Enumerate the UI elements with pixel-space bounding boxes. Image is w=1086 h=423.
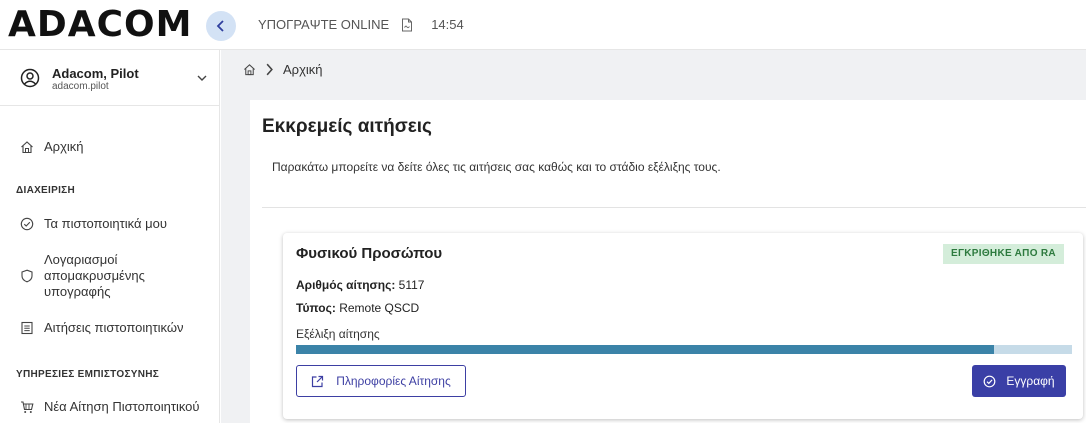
request-type-value: Remote QSCD: [339, 301, 420, 315]
sidebar-item-home[interactable]: Αρχική: [20, 139, 84, 154]
sign-online-label[interactable]: ΥΠΟΓΡΑΨΤΕ ONLINE: [258, 17, 389, 32]
sidebar-item-label: Τα πιστοποιητικά μου: [44, 216, 167, 231]
sidebar-item-certificate-requests[interactable]: Αιτήσεις πιστοποιητικών: [20, 320, 184, 335]
sidebar-item-label: Νέα Αίτηση Πιστοποιητικού: [44, 399, 200, 414]
register-button[interactable]: Εγγραφή: [972, 365, 1066, 397]
adacom-logo[interactable]: ADACOM: [8, 6, 192, 44]
progress-bar: [296, 345, 1072, 354]
progress-bar-fill: [296, 345, 995, 354]
breadcrumb: Αρχική: [243, 62, 323, 77]
user-avatar-icon: [20, 68, 40, 88]
sidebar-item-my-certificates[interactable]: Τα πιστοποιητικά μου: [20, 216, 167, 231]
sidebar-item-label: Λογαριασμοί απομακρυσμένης υπογραφής: [44, 252, 145, 299]
user-menu[interactable]: Adacom, Pilot adacom.pilot: [0, 50, 220, 106]
chevron-right-icon: [266, 63, 273, 76]
user-name: Adacom, Pilot: [52, 66, 139, 81]
chevron-down-icon: [197, 75, 207, 81]
divider: [262, 207, 1086, 208]
list-document-icon: [21, 321, 33, 334]
request-type-field: Τύπος: Remote QSCD: [296, 301, 419, 315]
shopping-cart-icon: [21, 400, 34, 413]
sign-online-bar: ΥΠΟΓΡΑΨΤΕ ONLINE 14:54: [258, 17, 464, 32]
request-info-button[interactable]: Πληροφορίες Αίτησης: [296, 365, 466, 397]
home-icon: [21, 140, 33, 153]
sidebar-item-label: Αρχική: [44, 139, 84, 154]
clock-time: 14:54: [431, 17, 464, 32]
collapse-sidebar-button[interactable]: [206, 11, 236, 41]
check-circle-icon: [983, 375, 996, 387]
register-button-label: Εγγραφή: [1006, 374, 1055, 388]
chevron-left-icon: [216, 20, 224, 32]
section-manage: ΔΙΑΧΕΙΡΙΣΗ: [16, 185, 75, 196]
request-number-label: Αριθμός αίτησης:: [296, 278, 396, 292]
sidebar: Adacom, Pilot adacom.pilot Αρχική ΔΙΑΧΕΙ…: [0, 50, 220, 423]
user-login: adacom.pilot: [52, 81, 109, 92]
request-number-value: 5117: [398, 278, 425, 292]
check-circle-icon: [20, 217, 34, 230]
top-bar: ADACOM ΥΠΟΓΡΑΨΤΕ ONLINE 14:54: [0, 0, 1086, 50]
home-icon[interactable]: [243, 63, 256, 76]
section-trust-services: ΥΠΗΡΕΣΙΕΣ ΕΜΠΙΣΤΟΣΥΝΗΣ: [16, 369, 160, 380]
request-info-button-label: Πληροφορίες Αίτησης: [336, 374, 451, 388]
request-number-field: Αριθμός αίτησης: 5117: [296, 278, 424, 292]
request-type-label: Τύπος:: [296, 301, 336, 315]
status-badge: ΕΓΚΡΙΘΗΚΕ ΑΠΟ RA: [943, 244, 1064, 264]
request-card: Φυσικού Προσώπου ΕΓΚΡΙΘΗΚΕ ΑΠΟ RA Αριθμό…: [283, 233, 1083, 419]
progress-label: Εξέλιξη αίτησης: [296, 327, 380, 341]
sidebar-item-label: Αιτήσεις πιστοποιητικών: [44, 320, 184, 335]
page-title: Εκκρεμείς αιτήσεις: [262, 116, 432, 137]
sidebar-item-new-request[interactable]: Νέα Αίτηση Πιστοποιητικού: [20, 399, 200, 414]
document-icon: [402, 18, 413, 31]
external-link-icon: [312, 375, 324, 387]
page-description: Παρακάτω μπορείτε να δείτε όλες τις αιτή…: [272, 160, 721, 174]
sidebar-item-remote-sign-accounts[interactable]: Λογαριασμοί απομακρυσμένης υπογραφής: [20, 252, 145, 300]
pending-requests-panel: Εκκρεμείς αιτήσεις Παρακάτω μπορείτε να …: [250, 100, 1086, 423]
shield-icon: [21, 269, 33, 283]
main-content: Αρχική Εκκρεμείς αιτήσεις Παρακάτω μπορε…: [221, 50, 1086, 423]
breadcrumb-current: Αρχική: [283, 62, 323, 77]
request-card-title: Φυσικού Προσώπου: [296, 245, 443, 262]
